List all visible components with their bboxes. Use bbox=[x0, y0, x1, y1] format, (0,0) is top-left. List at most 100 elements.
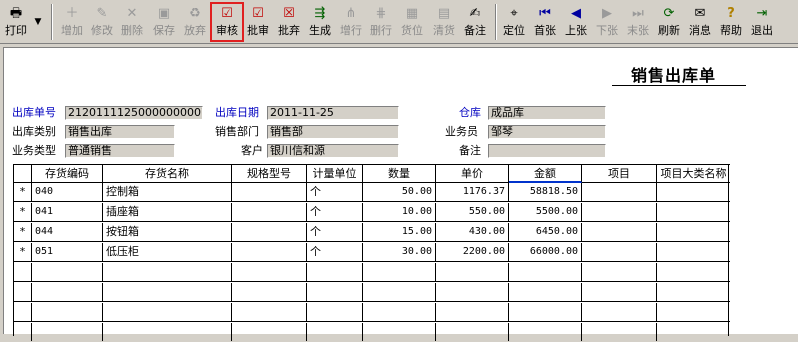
exit-button[interactable]: ⇥ 退出 bbox=[748, 3, 776, 41]
row-qty[interactable]: 15.00 bbox=[363, 223, 436, 241]
warehouse-field[interactable]: 成品库 bbox=[488, 106, 606, 120]
row-project-class[interactable] bbox=[657, 223, 730, 241]
row-spec[interactable] bbox=[232, 243, 307, 261]
biz-type-field[interactable]: 普通销售 bbox=[65, 144, 175, 158]
empty-table-row[interactable] bbox=[14, 323, 730, 342]
print-dropdown[interactable]: ▼ bbox=[31, 3, 45, 41]
row-price[interactable]: 430.00 bbox=[436, 223, 509, 241]
row-project[interactable] bbox=[582, 243, 657, 261]
row-spec[interactable] bbox=[232, 223, 307, 241]
col-flag-header[interactable] bbox=[14, 165, 32, 183]
table-row[interactable]: * 044 按钮箱 个 15.00 430.00 6450.00 bbox=[14, 223, 730, 242]
row-amount[interactable]: 6450.00 bbox=[509, 223, 582, 241]
col-project-class-header[interactable]: 项目大类名称 bbox=[657, 165, 730, 183]
col-qty-header[interactable]: 数量 bbox=[363, 165, 436, 183]
row-unit[interactable]: 个 bbox=[307, 203, 363, 221]
add-row-button[interactable]: ⋔ 增行 bbox=[337, 3, 365, 41]
discard-button[interactable]: ♻ 放弃 bbox=[181, 3, 209, 41]
empty-cell bbox=[32, 263, 103, 281]
empty-cell bbox=[232, 283, 307, 301]
row-amount[interactable]: 58818.50 bbox=[509, 183, 582, 201]
order-no-field[interactable]: 21201111250000000007 bbox=[65, 106, 203, 120]
empty-cell bbox=[509, 303, 582, 321]
row-unit[interactable]: 个 bbox=[307, 223, 363, 241]
row-price[interactable]: 1176.37 bbox=[436, 183, 509, 201]
remark-field[interactable] bbox=[488, 144, 606, 158]
row-qty[interactable]: 10.00 bbox=[363, 203, 436, 221]
date-field[interactable]: 2011-11-25 bbox=[267, 106, 399, 120]
col-name-header[interactable]: 存货名称 bbox=[103, 165, 232, 183]
row-price[interactable]: 2200.00 bbox=[436, 243, 509, 261]
delete-icon: ✕ bbox=[126, 6, 138, 21]
salesman-field[interactable]: 邹琴 bbox=[488, 125, 606, 139]
row-project-class[interactable] bbox=[657, 243, 730, 261]
row-spec[interactable] bbox=[232, 183, 307, 201]
row-flag: * bbox=[14, 183, 32, 201]
refresh-button[interactable]: ⟳ 刷新 bbox=[655, 3, 683, 41]
customer-field[interactable]: 银川信和源 bbox=[267, 144, 399, 158]
row-price[interactable]: 550.00 bbox=[436, 203, 509, 221]
next-button[interactable]: ▶ 下张 bbox=[593, 3, 621, 41]
empty-cell bbox=[363, 283, 436, 301]
last-button[interactable]: ⏭ 末张 bbox=[624, 3, 652, 41]
audit-button[interactable]: ☑ 审核 bbox=[210, 2, 244, 42]
row-code[interactable]: 041 bbox=[32, 203, 103, 221]
dept-field[interactable]: 销售部 bbox=[267, 125, 399, 139]
help-button[interactable]: ? 帮助 bbox=[717, 3, 745, 41]
col-unit-header[interactable]: 计量单位 bbox=[307, 165, 363, 183]
delete-row-button[interactable]: ⋕ 删行 bbox=[367, 3, 395, 41]
table-row[interactable]: * 051 低压柜 个 30.00 2200.00 66000.00 bbox=[14, 243, 730, 262]
row-project[interactable] bbox=[582, 203, 657, 221]
locate-button[interactable]: ⌖ 定位 bbox=[500, 3, 528, 41]
empty-table-row[interactable] bbox=[14, 303, 730, 322]
table-row[interactable]: * 040 控制箱 个 50.00 1176.37 58818.50 bbox=[14, 183, 730, 202]
row-amount[interactable]: 66000.00 bbox=[509, 243, 582, 261]
delete-button[interactable]: ✕ 删除 bbox=[118, 3, 146, 41]
message-button[interactable]: ✉ 消息 bbox=[686, 3, 714, 41]
save-button[interactable]: ▣ 保存 bbox=[150, 3, 178, 41]
empty-cell bbox=[436, 283, 509, 301]
clear-button[interactable]: ▤ 清货 bbox=[430, 3, 458, 41]
row-name[interactable]: 低压柜 bbox=[103, 243, 232, 261]
modify-button[interactable]: ✎ 修改 bbox=[88, 3, 116, 41]
col-code-header[interactable]: 存货编码 bbox=[32, 165, 103, 183]
empty-table-row[interactable] bbox=[14, 283, 730, 302]
row-project-class[interactable] bbox=[657, 183, 730, 201]
print-button[interactable]: 🖶 打印 bbox=[2, 3, 30, 41]
prev-button[interactable]: ◀ 上张 bbox=[562, 3, 590, 41]
row-code[interactable]: 044 bbox=[32, 223, 103, 241]
warehouse-label: 仓库 bbox=[459, 106, 481, 119]
row-project-class[interactable] bbox=[657, 203, 730, 221]
empty-cell bbox=[436, 303, 509, 321]
row-spec[interactable] bbox=[232, 203, 307, 221]
add-button[interactable]: ＋ 增加 bbox=[58, 3, 86, 41]
row-code[interactable]: 051 bbox=[32, 243, 103, 261]
note-button[interactable]: ✍ 备注 bbox=[460, 3, 490, 41]
row-name[interactable]: 插座箱 bbox=[103, 203, 232, 221]
row-unit[interactable]: 个 bbox=[307, 243, 363, 261]
row-project[interactable] bbox=[582, 183, 657, 201]
batch-audit-icon: ☑ bbox=[252, 6, 264, 21]
empty-cell bbox=[103, 323, 232, 341]
row-name[interactable]: 控制箱 bbox=[103, 183, 232, 201]
row-qty[interactable]: 30.00 bbox=[363, 243, 436, 261]
empty-table-row[interactable] bbox=[14, 263, 730, 282]
row-qty[interactable]: 50.00 bbox=[363, 183, 436, 201]
table-row[interactable]: * 041 插座箱 个 10.00 550.00 5500.00 bbox=[14, 203, 730, 222]
row-name[interactable]: 按钮箱 bbox=[103, 223, 232, 241]
row-code[interactable]: 040 bbox=[32, 183, 103, 201]
col-project-header[interactable]: 项目 bbox=[582, 165, 657, 183]
generate-button[interactable]: ⇶ 生成 bbox=[306, 3, 334, 41]
col-price-header[interactable]: 单价 bbox=[436, 165, 509, 183]
out-type-field[interactable]: 销售出库 bbox=[65, 125, 175, 139]
batch-audit-button[interactable]: ☑ 批审 bbox=[244, 3, 272, 41]
row-amount[interactable]: 5500.00 bbox=[509, 203, 582, 221]
empty-cell bbox=[582, 263, 657, 281]
location-button[interactable]: ▦ 货位 bbox=[398, 3, 426, 41]
row-project[interactable] bbox=[582, 223, 657, 241]
col-amount-header[interactable]: 金额 bbox=[509, 165, 582, 183]
batch-discard-button[interactable]: ☒ 批弃 bbox=[275, 3, 303, 41]
row-unit[interactable]: 个 bbox=[307, 183, 363, 201]
first-button[interactable]: ⏮ 首张 bbox=[531, 3, 559, 41]
col-spec-header[interactable]: 规格型号 bbox=[232, 165, 307, 183]
